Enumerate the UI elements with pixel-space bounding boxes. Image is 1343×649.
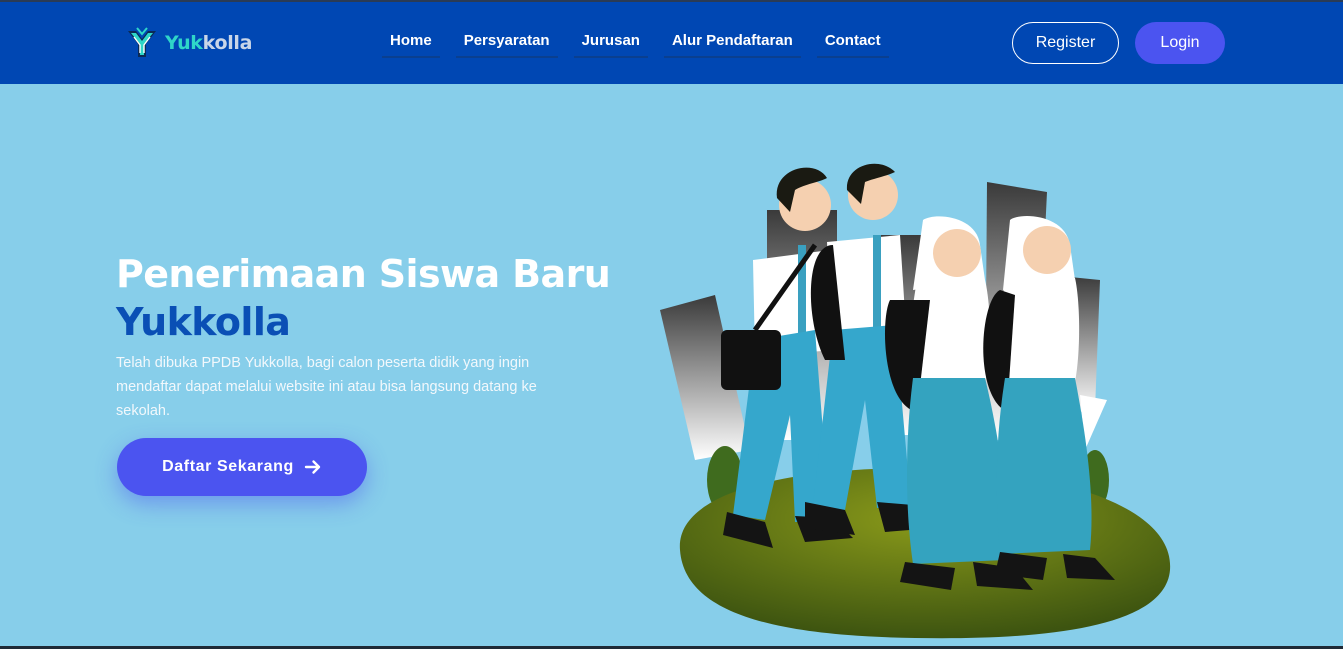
nav-item-persyaratan[interactable]: Persyaratan: [455, 26, 558, 58]
hero-title: Penerimaan Siswa Baru Yukkolla: [116, 250, 611, 346]
hero-description: Telah dibuka PPDB Yukkolla, bagi calon p…: [116, 355, 537, 419]
nav-item-alur-pendaftaran[interactable]: Alur Pendaftaran: [663, 26, 801, 58]
brand-name-part1: Yuk: [165, 32, 203, 54]
page: Yukkolla Home Persyaratan Jurusan Alur P…: [0, 0, 1343, 649]
nav-item-home[interactable]: Home: [382, 26, 440, 58]
arrow-right-icon: [304, 460, 321, 474]
nav-item-contact[interactable]: Contact: [816, 26, 889, 58]
login-button[interactable]: Login: [1135, 22, 1225, 64]
brand-name: Yukkolla: [165, 32, 252, 54]
cta-label: Daftar Sekarang: [162, 458, 294, 475]
register-button[interactable]: Register: [1012, 22, 1119, 64]
main-nav: Home Persyaratan Jurusan Alur Pendaftara…: [382, 26, 889, 66]
brand-logo-link[interactable]: Yukkolla: [124, 22, 252, 64]
yukkolla-logo-icon: [128, 27, 156, 57]
navbar: Yukkolla Home Persyaratan Jurusan Alur P…: [0, 2, 1343, 84]
students-walking-illustration: [660, 163, 1171, 639]
hero-title-line1: Penerimaan Siswa Baru: [116, 252, 611, 296]
brand-name-part2: kolla: [202, 32, 253, 54]
hero-title-line2: Yukkolla: [116, 300, 291, 344]
daftar-sekarang-button[interactable]: Daftar Sekarang: [117, 438, 367, 496]
nav-item-jurusan[interactable]: Jurusan: [573, 26, 648, 58]
